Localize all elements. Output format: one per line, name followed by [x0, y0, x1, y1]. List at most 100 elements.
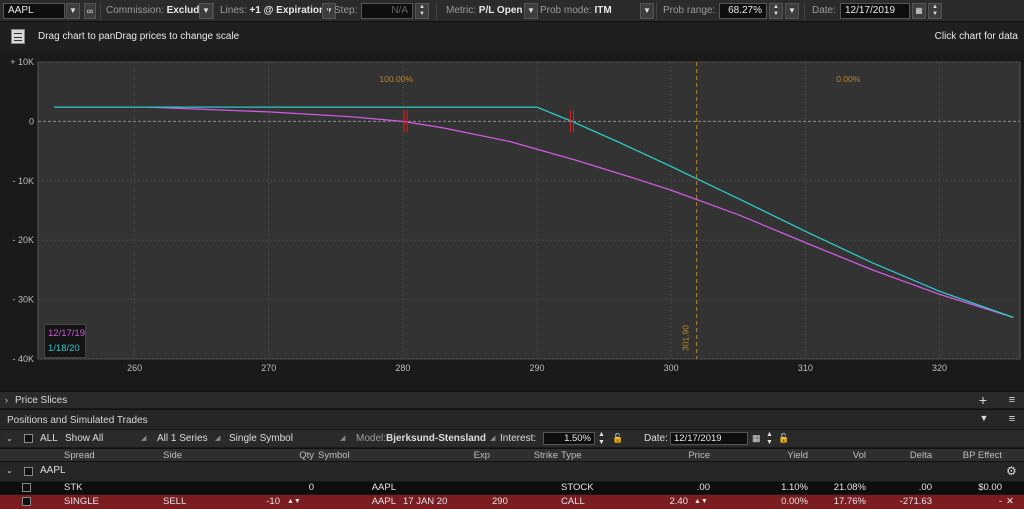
link-icon[interactable]: ∞: [84, 3, 96, 19]
legend-entry-series-2: 1/18/20: [48, 343, 80, 354]
chart-legend: 12/17/19 1/18/20: [44, 324, 86, 358]
model-label: Model:: [356, 433, 387, 444]
risk-profile-chart[interactable]: + 10K 0 - 10K - 20K - 30K - 40K 260 270 280 290 3…: [0, 52, 1024, 382]
symbol-input[interactable]: AAPL: [3, 3, 65, 19]
cell-spread: STK: [64, 482, 83, 493]
cell-symbol: AAPL: [371, 496, 396, 507]
metric-dropdown-arrow[interactable]: ▼: [524, 3, 538, 19]
cell-bp-effect: -: [998, 496, 1002, 507]
lines-value: +1 @ Expiration: [249, 5, 326, 16]
lines-control[interactable]: Lines: +1 @ Expiration: [220, 3, 325, 19]
date-spinner[interactable]: ▲ ▼: [928, 3, 942, 19]
x-tick-label: 260: [127, 363, 142, 373]
positions-table-header: Spread Side Qty Symbol Exp Strike Type P…: [0, 448, 1024, 461]
step-spinner[interactable]: ▲ ▼: [415, 3, 429, 19]
table-row[interactable]: SINGLE SELL -10 ▲▼ AAPL 17 JAN 20 290 CA…: [0, 495, 1024, 509]
cell-symbol: AAPL: [371, 482, 396, 493]
cell-delta: -271.63: [899, 496, 932, 507]
cell-yield: 1.10%: [781, 482, 808, 493]
model-value[interactable]: Bjerksund-Stensland: [386, 430, 486, 447]
cell-delta: .00: [918, 482, 932, 493]
filter-date-input[interactable]: 12/17/2019: [670, 432, 748, 445]
step-input[interactable]: N/A: [361, 3, 413, 19]
table-row[interactable]: STK 0 AAPL STOCK .00 1.10% 21.08% .00 $0…: [0, 482, 1024, 494]
y-tick-label: - 30K: [12, 295, 34, 305]
qty-spinner[interactable]: ▲▼: [287, 496, 301, 508]
y-tick-label: - 20K: [12, 235, 34, 245]
y-tick-label: + 10K: [10, 57, 34, 67]
interest-lock-icon[interactable]: 🔓: [612, 430, 623, 447]
metric-value: P/L Open: [478, 5, 523, 16]
series-filter-arrow[interactable]: ◢: [215, 430, 220, 447]
cell-exp[interactable]: 17 JAN 20: [403, 496, 447, 508]
cell-type[interactable]: CALL: [561, 496, 585, 508]
row-checkbox[interactable]: [22, 497, 31, 506]
prob-mode-value: ITM: [594, 5, 612, 16]
series-filter[interactable]: All 1 Series: [157, 430, 208, 447]
cell-side[interactable]: SELL: [163, 496, 186, 508]
group-collapse-icon[interactable]: ⌄: [6, 462, 13, 482]
price-slices-bar[interactable]: › Price Slices + ≡: [0, 391, 1024, 408]
x-tick-label: 300: [664, 363, 679, 373]
prob-mode-label: Prob mode:: [540, 5, 592, 16]
symbol-mode-filter[interactable]: Single Symbol: [229, 430, 293, 447]
cell-bp-effect: $0.00: [978, 482, 1002, 493]
cell-price[interactable]: 2.40: [640, 496, 689, 508]
cell-price[interactable]: .00: [660, 482, 710, 494]
remove-row-icon[interactable]: ✕: [1006, 496, 1014, 508]
current-price-label: 301.90: [681, 325, 691, 351]
x-tick-label: 270: [261, 363, 276, 373]
cell-strike[interactable]: 290: [492, 496, 508, 508]
metric-label: Metric:: [446, 5, 476, 16]
prob-range-input[interactable]: 68.27%: [719, 3, 767, 19]
cell-vol: 21.08%: [833, 482, 866, 493]
commission-dropdown-arrow[interactable]: ▼: [199, 3, 213, 19]
collapse-icon[interactable]: ▼: [978, 413, 990, 423]
prob-mode-control[interactable]: Prob mode: ITM: [540, 3, 612, 19]
x-tick-label: 290: [530, 363, 545, 373]
prob-left-label: 100.00%: [379, 74, 413, 84]
cell-yield: 0.00%: [781, 496, 808, 507]
group-row-aapl[interactable]: ⌄ AAPL ⚙: [0, 461, 1024, 481]
add-slice-icon[interactable]: +: [976, 393, 990, 407]
group-checkbox[interactable]: [24, 467, 33, 476]
all-label: ALL: [40, 433, 58, 444]
prob-range-dropdown-arrow[interactable]: ▼: [785, 3, 799, 19]
cell-qty[interactable]: 0: [270, 482, 314, 494]
cell-type: STOCK: [561, 482, 594, 493]
cell-spread: SINGLE: [64, 496, 99, 507]
symbol-mode-arrow[interactable]: ◢: [340, 430, 345, 447]
x-tick-label: 320: [932, 363, 947, 373]
toolbar: AAPL ▼ ∞ Commission: Exclude ▼ Lines: +1…: [0, 0, 1024, 22]
drag-hint: Drag chart to panDrag prices to change s…: [38, 31, 240, 42]
expand-icon[interactable]: ›: [5, 395, 8, 405]
prob-mode-dropdown-arrow[interactable]: ▼: [640, 3, 654, 19]
commission-control[interactable]: Commission: Exclude: [106, 3, 205, 19]
positions-bar: Positions and Simulated Trades ▼ ≡: [0, 409, 1024, 429]
collapse-all-icon[interactable]: ⌄: [6, 430, 13, 447]
click-hint: Click chart for data: [934, 31, 1018, 42]
interest-spinner[interactable]: ▲ ▼: [598, 431, 605, 448]
metric-control[interactable]: Metric: P/L Open: [446, 3, 523, 19]
price-spinner[interactable]: ▲▼: [694, 496, 708, 508]
interest-input[interactable]: 1.50%: [543, 432, 595, 445]
calendar-icon[interactable]: ▦: [912, 3, 926, 19]
menu-icon[interactable]: ≡: [1006, 394, 1018, 406]
prob-range-spinner[interactable]: ▲ ▼: [769, 3, 783, 19]
select-all-checkbox[interactable]: [24, 434, 33, 443]
y-tick-label: - 40K: [12, 354, 34, 364]
model-arrow[interactable]: ◢: [490, 430, 495, 447]
gear-icon[interactable]: ⚙: [1006, 462, 1017, 482]
chart-svg[interactable]: + 10K 0 - 10K - 20K - 30K - 40K 260 270 280 290 3…: [0, 52, 1024, 382]
filter-date-spinner[interactable]: ▲ ▼: [766, 431, 773, 448]
positions-menu-icon[interactable]: ≡: [1006, 413, 1018, 425]
show-filter[interactable]: Show All: [65, 430, 103, 447]
chart-settings-icon[interactable]: [11, 29, 25, 44]
symbol-dropdown-arrow[interactable]: ▼: [66, 3, 80, 19]
cell-qty[interactable]: -10: [240, 496, 280, 508]
filter-calendar-icon[interactable]: ▦: [752, 430, 761, 447]
filter-date-lock-icon[interactable]: 🔓: [778, 430, 789, 447]
row-checkbox[interactable]: [22, 483, 31, 492]
show-filter-arrow[interactable]: ◢: [141, 430, 146, 447]
date-input[interactable]: 12/17/2019: [840, 3, 910, 19]
